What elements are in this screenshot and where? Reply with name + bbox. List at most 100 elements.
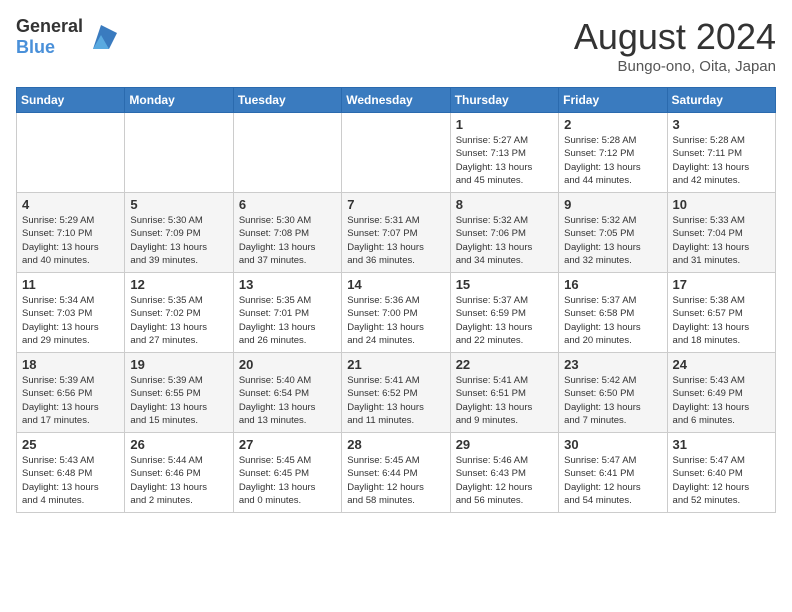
calendar-cell — [233, 113, 341, 193]
day-info: Sunrise: 5:35 AM Sunset: 7:01 PM Dayligh… — [239, 294, 336, 347]
day-number: 30 — [564, 437, 661, 452]
day-number: 29 — [456, 437, 553, 452]
calendar-cell: 26 Sunrise: 5:44 AM Sunset: 6:46 PM Dayli… — [125, 433, 233, 513]
calendar-cell: 24 Sunrise: 5:43 AM Sunset: 6:49 PM Dayli… — [667, 353, 775, 433]
calendar-cell — [17, 113, 125, 193]
day-info: Sunrise: 5:39 AM Sunset: 6:56 PM Dayligh… — [22, 374, 119, 427]
day-info: Sunrise: 5:47 AM Sunset: 6:40 PM Dayligh… — [673, 454, 770, 507]
day-number: 7 — [347, 197, 444, 212]
day-info: Sunrise: 5:41 AM Sunset: 6:51 PM Dayligh… — [456, 374, 553, 427]
calendar-cell: 1 Sunrise: 5:27 AM Sunset: 7:13 PM Daylig… — [450, 113, 558, 193]
day-number: 22 — [456, 357, 553, 372]
calendar-cell: 28 Sunrise: 5:45 AM Sunset: 6:44 PM Dayli… — [342, 433, 450, 513]
day-number: 27 — [239, 437, 336, 452]
month-year: August 2024 — [574, 16, 776, 58]
day-info: Sunrise: 5:38 AM Sunset: 6:57 PM Dayligh… — [673, 294, 770, 347]
calendar-cell: 23 Sunrise: 5:42 AM Sunset: 6:50 PM Dayli… — [559, 353, 667, 433]
day-info: Sunrise: 5:47 AM Sunset: 6:41 PM Dayligh… — [564, 454, 661, 507]
day-number: 4 — [22, 197, 119, 212]
weekday-header-sunday: Sunday — [17, 88, 125, 113]
day-info: Sunrise: 5:30 AM Sunset: 7:09 PM Dayligh… — [130, 214, 227, 267]
weekday-header-tuesday: Tuesday — [233, 88, 341, 113]
calendar-cell: 5Sunrise: 5:30 AM Sunset: 7:09 PM Daylig… — [125, 193, 233, 273]
day-number: 23 — [564, 357, 661, 372]
day-info: Sunrise: 5:42 AM Sunset: 6:50 PM Dayligh… — [564, 374, 661, 427]
weekday-header-row: SundayMondayTuesdayWednesdayThursdayFrid… — [17, 88, 776, 113]
calendar-cell: 8 Sunrise: 5:32 AM Sunset: 7:06 PM Daylig… — [450, 193, 558, 273]
day-number: 20 — [239, 357, 336, 372]
weekday-header-friday: Friday — [559, 88, 667, 113]
title-area: August 2024 Bungo-ono, Oita, Japan — [574, 16, 776, 75]
weekday-header-wednesday: Wednesday — [342, 88, 450, 113]
calendar-cell: 25Sunrise: 5:43 AM Sunset: 6:48 PM Dayli… — [17, 433, 125, 513]
logo: General Blue — [16, 16, 117, 58]
day-info: Sunrise: 5:46 AM Sunset: 6:43 PM Dayligh… — [456, 454, 553, 507]
day-info: Sunrise: 5:37 AM Sunset: 6:58 PM Dayligh… — [564, 294, 661, 347]
day-info: Sunrise: 5:32 AM Sunset: 7:05 PM Dayligh… — [564, 214, 661, 267]
calendar-cell: 11 Sunrise: 5:34 AM Sunset: 7:03 PM Dayli… — [17, 273, 125, 353]
calendar-cell: 14Sunrise: 5:36 AM Sunset: 7:00 PM Dayli… — [342, 273, 450, 353]
calendar-week-1: 1 Sunrise: 5:27 AM Sunset: 7:13 PM Daylig… — [17, 113, 776, 193]
calendar-cell: 30 Sunrise: 5:47 AM Sunset: 6:41 PM Dayli… — [559, 433, 667, 513]
calendar-cell — [342, 113, 450, 193]
day-number: 21 — [347, 357, 444, 372]
page-header: General Blue August 2024 Bungo-ono, Oita… — [16, 16, 776, 75]
calendar-cell: 15 Sunrise: 5:37 AM Sunset: 6:59 PM Dayli… — [450, 273, 558, 353]
calendar-week-4: 18 Sunrise: 5:39 AM Sunset: 6:56 PM Dayli… — [17, 353, 776, 433]
calendar-week-2: 4 Sunrise: 5:29 AM Sunset: 7:10 PM Daylig… — [17, 193, 776, 273]
weekday-header-monday: Monday — [125, 88, 233, 113]
calendar-cell: 17 Sunrise: 5:38 AM Sunset: 6:57 PM Dayli… — [667, 273, 775, 353]
day-info: Sunrise: 5:45 AM Sunset: 6:44 PM Dayligh… — [347, 454, 444, 507]
day-info: Sunrise: 5:27 AM Sunset: 7:13 PM Dayligh… — [456, 134, 553, 187]
day-info: Sunrise: 5:29 AM Sunset: 7:10 PM Dayligh… — [22, 214, 119, 267]
day-number: 2 — [564, 117, 661, 132]
day-number: 16 — [564, 277, 661, 292]
day-info: Sunrise: 5:39 AM Sunset: 6:55 PM Dayligh… — [130, 374, 227, 427]
day-number: 13 — [239, 277, 336, 292]
calendar-cell: 19Sunrise: 5:39 AM Sunset: 6:55 PM Dayli… — [125, 353, 233, 433]
day-number: 28 — [347, 437, 444, 452]
day-info: Sunrise: 5:43 AM Sunset: 6:49 PM Dayligh… — [673, 374, 770, 427]
calendar-cell: 6Sunrise: 5:30 AM Sunset: 7:08 PM Daylig… — [233, 193, 341, 273]
weekday-header-saturday: Saturday — [667, 88, 775, 113]
logo-blue: Blue — [16, 37, 55, 57]
day-info: Sunrise: 5:28 AM Sunset: 7:11 PM Dayligh… — [673, 134, 770, 187]
calendar-cell: 10Sunrise: 5:33 AM Sunset: 7:04 PM Dayli… — [667, 193, 775, 273]
calendar-cell: 31 Sunrise: 5:47 AM Sunset: 6:40 PM Dayli… — [667, 433, 775, 513]
day-number: 17 — [673, 277, 770, 292]
calendar-cell: 27 Sunrise: 5:45 AM Sunset: 6:45 PM Dayli… — [233, 433, 341, 513]
weekday-header-thursday: Thursday — [450, 88, 558, 113]
day-number: 31 — [673, 437, 770, 452]
location: Bungo-ono, Oita, Japan — [574, 58, 776, 75]
day-info: Sunrise: 5:44 AM Sunset: 6:46 PM Dayligh… — [130, 454, 227, 507]
day-number: 6 — [239, 197, 336, 212]
calendar-cell: 7Sunrise: 5:31 AM Sunset: 7:07 PM Daylig… — [342, 193, 450, 273]
calendar-cell: 12 Sunrise: 5:35 AM Sunset: 7:02 PM Dayli… — [125, 273, 233, 353]
day-info: Sunrise: 5:35 AM Sunset: 7:02 PM Dayligh… — [130, 294, 227, 347]
calendar-cell: 2 Sunrise: 5:28 AM Sunset: 7:12 PM Daylig… — [559, 113, 667, 193]
calendar-cell: 29 Sunrise: 5:46 AM Sunset: 6:43 PM Dayli… — [450, 433, 558, 513]
calendar-cell: 4 Sunrise: 5:29 AM Sunset: 7:10 PM Daylig… — [17, 193, 125, 273]
calendar-cell: 22 Sunrise: 5:41 AM Sunset: 6:51 PM Dayli… — [450, 353, 558, 433]
day-number: 11 — [22, 277, 119, 292]
day-number: 1 — [456, 117, 553, 132]
day-number: 9 — [564, 197, 661, 212]
day-info: Sunrise: 5:34 AM Sunset: 7:03 PM Dayligh… — [22, 294, 119, 347]
day-info: Sunrise: 5:45 AM Sunset: 6:45 PM Dayligh… — [239, 454, 336, 507]
day-number: 15 — [456, 277, 553, 292]
day-number: 12 — [130, 277, 227, 292]
day-number: 18 — [22, 357, 119, 372]
day-info: Sunrise: 5:32 AM Sunset: 7:06 PM Dayligh… — [456, 214, 553, 267]
calendar-cell — [125, 113, 233, 193]
day-number: 3 — [673, 117, 770, 132]
day-info: Sunrise: 5:28 AM Sunset: 7:12 PM Dayligh… — [564, 134, 661, 187]
day-number: 14 — [347, 277, 444, 292]
calendar-table: SundayMondayTuesdayWednesdayThursdayFrid… — [16, 87, 776, 513]
day-info: Sunrise: 5:37 AM Sunset: 6:59 PM Dayligh… — [456, 294, 553, 347]
day-number: 8 — [456, 197, 553, 212]
day-number: 26 — [130, 437, 227, 452]
day-info: Sunrise: 5:33 AM Sunset: 7:04 PM Dayligh… — [673, 214, 770, 267]
calendar-week-5: 25Sunrise: 5:43 AM Sunset: 6:48 PM Dayli… — [17, 433, 776, 513]
day-number: 24 — [673, 357, 770, 372]
calendar-cell: 18 Sunrise: 5:39 AM Sunset: 6:56 PM Dayli… — [17, 353, 125, 433]
